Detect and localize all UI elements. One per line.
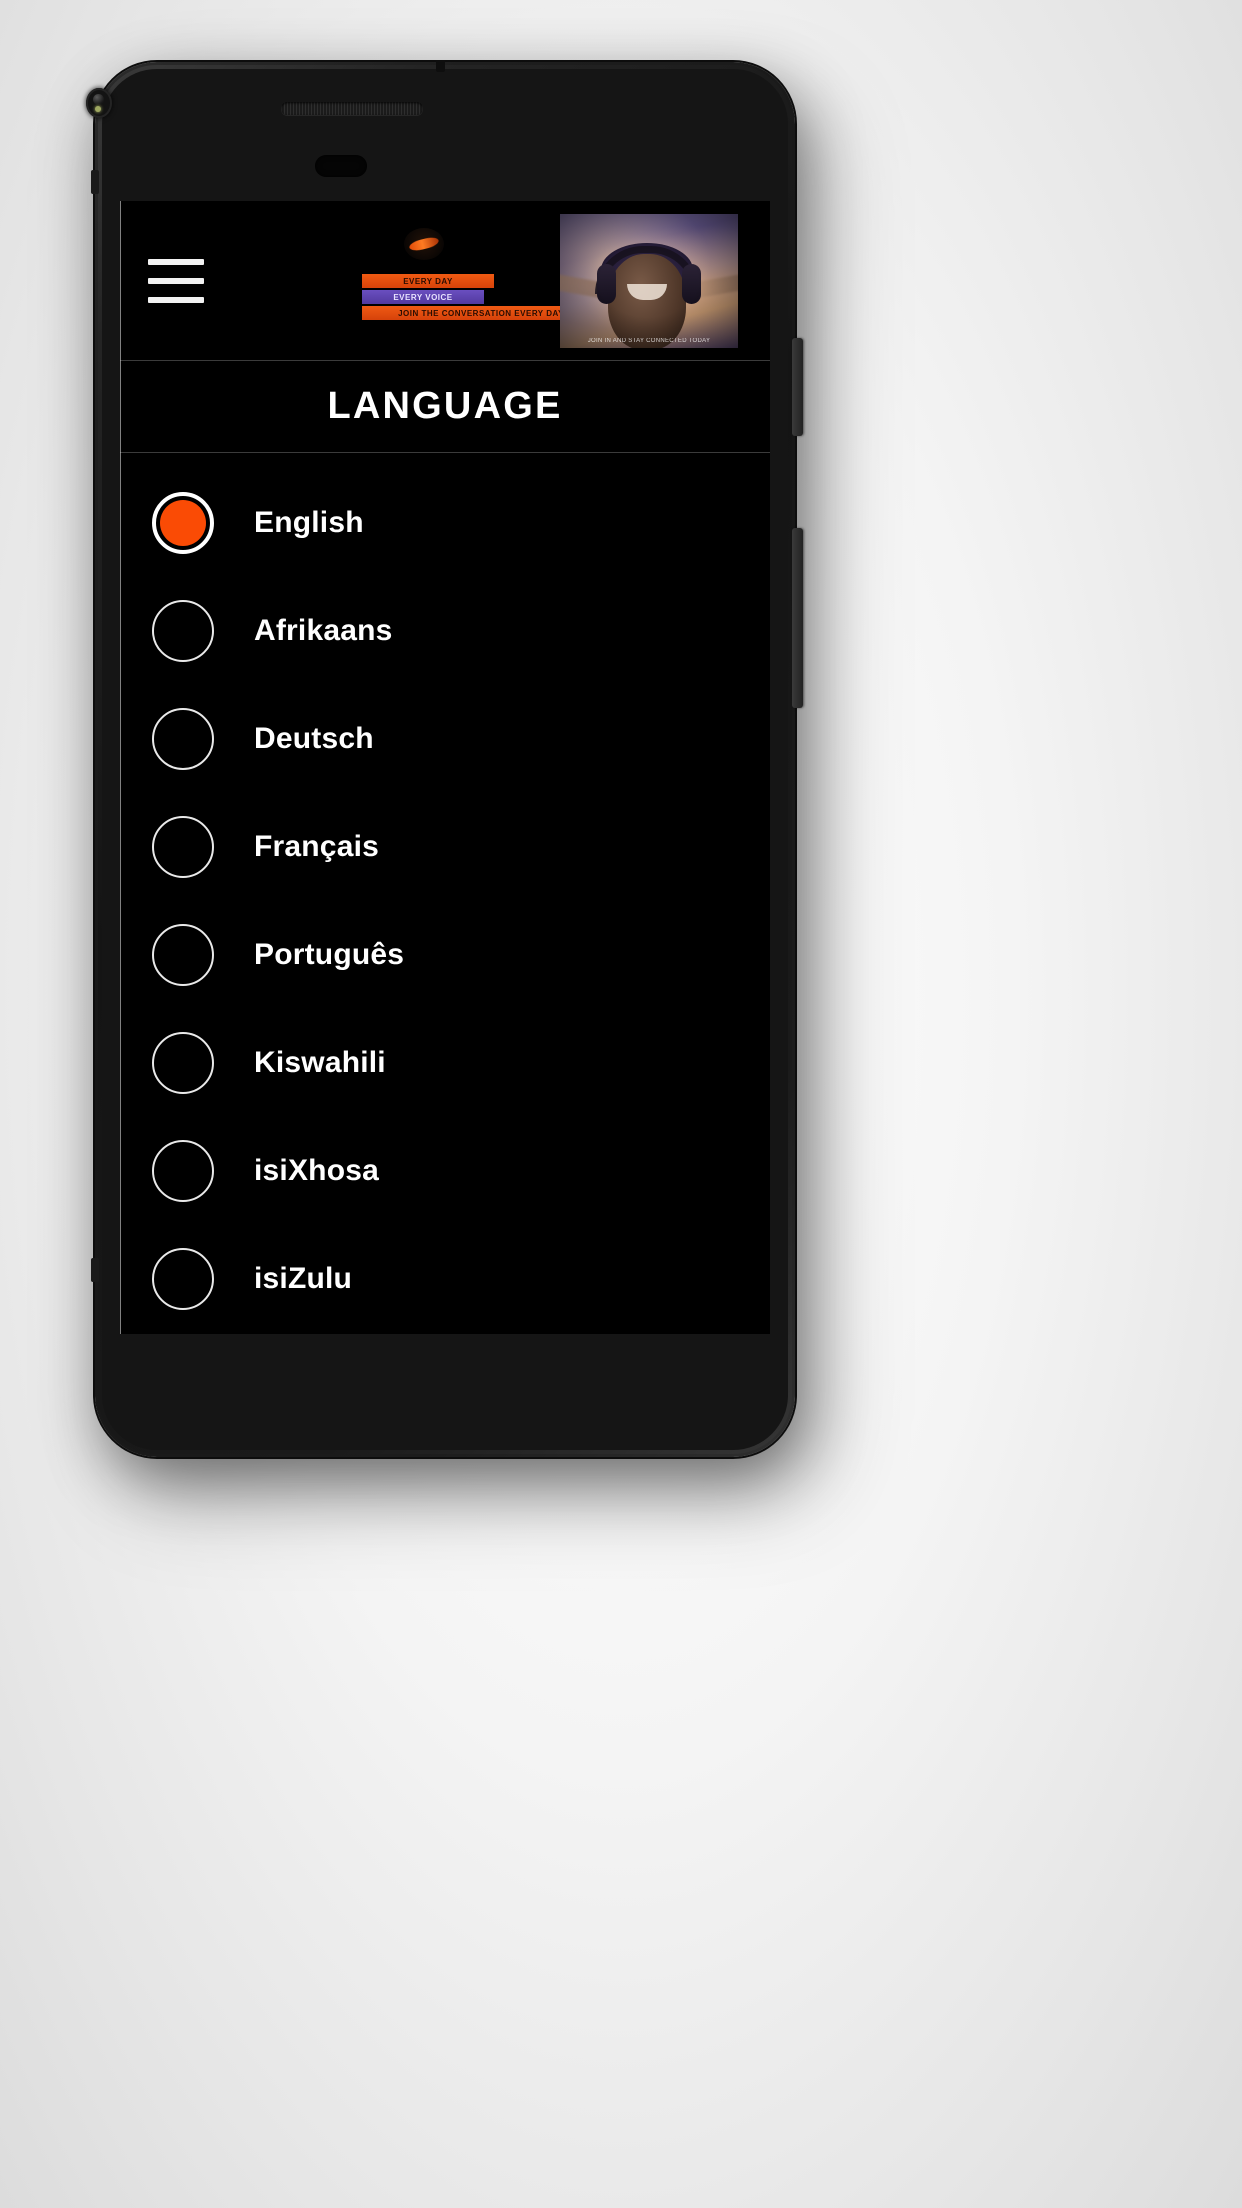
app-header: EVERY DAY EVERY VOICE JOIN THE CONVERSAT… (120, 201, 770, 361)
language-label: Afrikaans (254, 614, 393, 647)
volume-button[interactable] (792, 528, 803, 708)
brand-tagline-line-1: EVERY DAY (362, 274, 494, 288)
language-list: English Afrikaans Deutsch Français Português… (120, 453, 770, 1333)
hamburger-bar-2 (148, 277, 204, 284)
page-title: LANGUAGE (327, 385, 563, 427)
brand-banner[interactable]: EVERY DAY EVERY VOICE JOIN THE CONVERSAT… (300, 214, 738, 348)
brand-logo-block: EVERY DAY EVERY VOICE JOIN THE CONVERSAT… (300, 214, 600, 348)
language-label: Deutsch (254, 722, 374, 755)
radio-button[interactable] (152, 600, 214, 662)
sensor-led-icon (95, 106, 101, 112)
language-label: Français (254, 830, 379, 863)
hamburger-menu-icon[interactable] (148, 258, 204, 303)
language-option-kiswahili[interactable]: Kiswahili (120, 1009, 770, 1117)
language-label: Kiswahili (254, 1046, 386, 1079)
front-camera-icon (86, 88, 112, 118)
language-option-fran-ais[interactable]: Français (120, 793, 770, 901)
power-button[interactable] (792, 338, 803, 436)
radio-button[interactable] (152, 1140, 214, 1202)
radio-button[interactable] (152, 924, 214, 986)
hamburger-bar-1 (148, 258, 204, 265)
radio-dot-icon (160, 500, 206, 546)
language-label: English (254, 506, 364, 539)
hamburger-bar-3 (148, 296, 204, 303)
radio-button[interactable] (152, 1032, 214, 1094)
phone-screen: EVERY DAY EVERY VOICE JOIN THE CONVERSAT… (120, 201, 770, 1334)
photo-caption: JOIN IN AND STAY CONNECTED TODAY (587, 338, 711, 344)
proximity-sensor-icon (315, 155, 367, 177)
brand-tagline-line-2: EVERY VOICE (362, 290, 484, 304)
brand-photo: JOIN IN AND STAY CONNECTED TODAY (560, 214, 738, 348)
antenna-band-bottom (91, 1258, 99, 1282)
language-option-english[interactable]: English (120, 469, 770, 577)
language-label: Português (254, 938, 405, 971)
language-option-afrikaans[interactable]: Afrikaans (120, 577, 770, 685)
language-option-portugu-s[interactable]: Português (120, 901, 770, 1009)
radio-button[interactable] (152, 1248, 214, 1310)
language-option-isixhosa[interactable]: isiXhosa (120, 1117, 770, 1225)
language-option-deutsch[interactable]: Deutsch (120, 685, 770, 793)
earpiece-speaker-icon (281, 102, 423, 115)
language-label: isiZulu (254, 1262, 353, 1295)
radio-button[interactable] (152, 816, 214, 878)
page-title-bar: LANGUAGE (120, 361, 770, 453)
screen-left-edge (120, 201, 121, 1334)
camera-lens-icon (93, 94, 104, 105)
antenna-band-top (91, 170, 99, 194)
language-label: isiXhosa (254, 1154, 379, 1187)
radio-button[interactable] (152, 708, 214, 770)
radio-button-selected[interactable] (152, 492, 214, 554)
top-antenna-band (436, 60, 445, 72)
language-option-isizulu[interactable]: isiZulu (120, 1225, 770, 1333)
brand-emblem-icon (404, 228, 444, 260)
photo-vignette (560, 214, 738, 348)
